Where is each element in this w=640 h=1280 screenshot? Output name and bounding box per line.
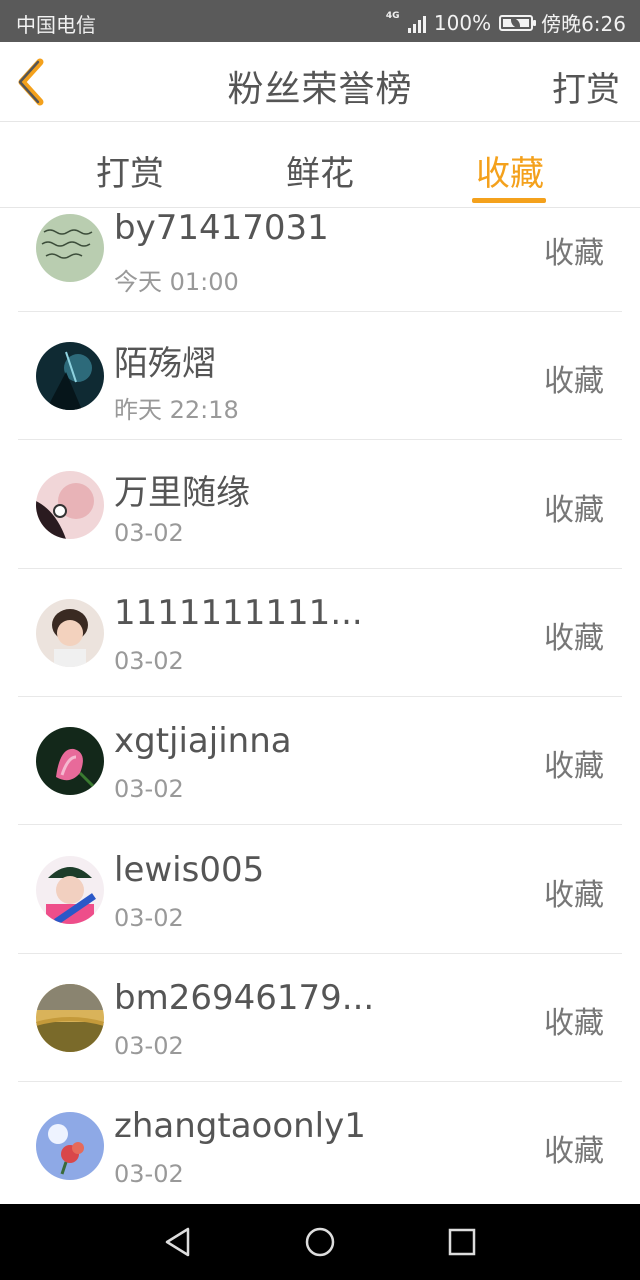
favorite-label: 收藏	[544, 621, 604, 656]
favorite-label: 收藏	[544, 236, 604, 271]
avatar[interactable]	[36, 856, 104, 924]
timestamp: 03-02	[114, 647, 184, 675]
tab-reward[interactable]: 打赏	[70, 146, 190, 195]
app-header: 粉丝荣誉榜 打赏	[0, 42, 640, 122]
status-bar: 中国电信 4G 100% 傍晚6:26	[0, 0, 640, 42]
list-item[interactable]: bm26946179... 03-02 收藏	[18, 954, 622, 1082]
pink-flower-avatar-icon	[36, 727, 104, 795]
list-item[interactable]: 1111111111... 03-02 收藏	[18, 569, 622, 697]
timestamp: 03-02	[114, 1032, 184, 1060]
nav-home-button[interactable]	[304, 1226, 336, 1258]
square-recents-icon	[448, 1228, 476, 1256]
circle-home-icon	[305, 1227, 335, 1257]
clock: 傍晚6:26	[541, 12, 626, 36]
timestamp: 昨天 22:18	[114, 396, 239, 424]
sky-flower-avatar-icon	[36, 1112, 104, 1180]
fan-list[interactable]: by71417031 今天 01:00 收藏 陌殇熠 昨天 22:18 收藏 万…	[0, 208, 640, 1204]
timestamp: 今天 01:00	[114, 268, 239, 296]
user-name: 陌殇熠	[114, 344, 216, 384]
anime-pink-avatar-icon	[36, 471, 104, 539]
favorite-label: 收藏	[544, 1006, 604, 1041]
avatar[interactable]	[36, 471, 104, 539]
favorite-label: 收藏	[544, 1134, 604, 1169]
person-cap-avatar-icon	[36, 856, 104, 924]
nav-back-button[interactable]	[162, 1226, 194, 1258]
timestamp: 03-02	[114, 775, 184, 803]
landscape-avatar-icon	[36, 984, 104, 1052]
avatar[interactable]	[36, 342, 104, 410]
avatar[interactable]	[36, 214, 104, 282]
avatar[interactable]	[36, 984, 104, 1052]
user-name: 1111111111...	[114, 593, 363, 633]
list-item[interactable]: by71417031 今天 01:00 收藏	[18, 208, 622, 312]
child-photo-avatar-icon	[36, 599, 104, 667]
timestamp: 03-02	[114, 519, 184, 547]
user-name: by71417031	[114, 208, 329, 248]
user-name: lewis005	[114, 850, 265, 890]
page-title: 粉丝荣誉榜	[227, 69, 413, 110]
favorite-label: 收藏	[544, 493, 604, 528]
favorite-label: 收藏	[544, 878, 604, 913]
user-name: 万里随缘	[114, 473, 250, 513]
tab-flowers[interactable]: 鲜花	[260, 146, 380, 195]
status-bar-right: 4G 100% 傍晚6:26	[386, 8, 626, 37]
anime-dark-avatar-icon	[36, 342, 104, 410]
user-name: bm26946179...	[114, 978, 375, 1018]
tab-bar: 打赏 鲜花 收藏	[0, 122, 640, 208]
signal-icon: 4G	[385, 10, 426, 33]
battery-percent: 100%	[433, 10, 492, 35]
favorite-label: 收藏	[544, 749, 604, 784]
avatar[interactable]	[36, 599, 104, 667]
reward-button[interactable]: 打赏	[552, 62, 620, 111]
avatar[interactable]	[36, 727, 104, 795]
list-item[interactable]: lewis005 03-02 收藏	[18, 826, 622, 954]
list-item[interactable]: 万里随缘 03-02 收藏	[18, 441, 622, 569]
triangle-back-icon	[165, 1227, 190, 1257]
nav-recents-button[interactable]	[446, 1226, 478, 1258]
network-type-label: 4G	[385, 10, 400, 21]
timestamp: 03-02	[114, 1160, 184, 1188]
list-item[interactable]: 陌殇熠 昨天 22:18 收藏	[18, 312, 622, 440]
handwriting-avatar-icon	[36, 214, 104, 282]
timestamp: 03-02	[114, 904, 184, 932]
tab-favorites[interactable]: 收藏	[450, 146, 570, 195]
user-name: xgtjiajinna	[114, 721, 292, 761]
list-item[interactable]: zhangtaoonly1 03-02 收藏	[18, 1082, 622, 1204]
favorite-label: 收藏	[544, 364, 604, 399]
battery-icon	[499, 14, 537, 31]
system-nav-bar	[0, 1204, 640, 1280]
carrier-label: 中国电信	[16, 13, 96, 37]
list-item[interactable]: xgtjiajinna 03-02 收藏	[18, 697, 622, 825]
user-name: zhangtaoonly1	[114, 1106, 366, 1146]
avatar[interactable]	[36, 1112, 104, 1180]
active-tab-indicator	[472, 198, 546, 203]
